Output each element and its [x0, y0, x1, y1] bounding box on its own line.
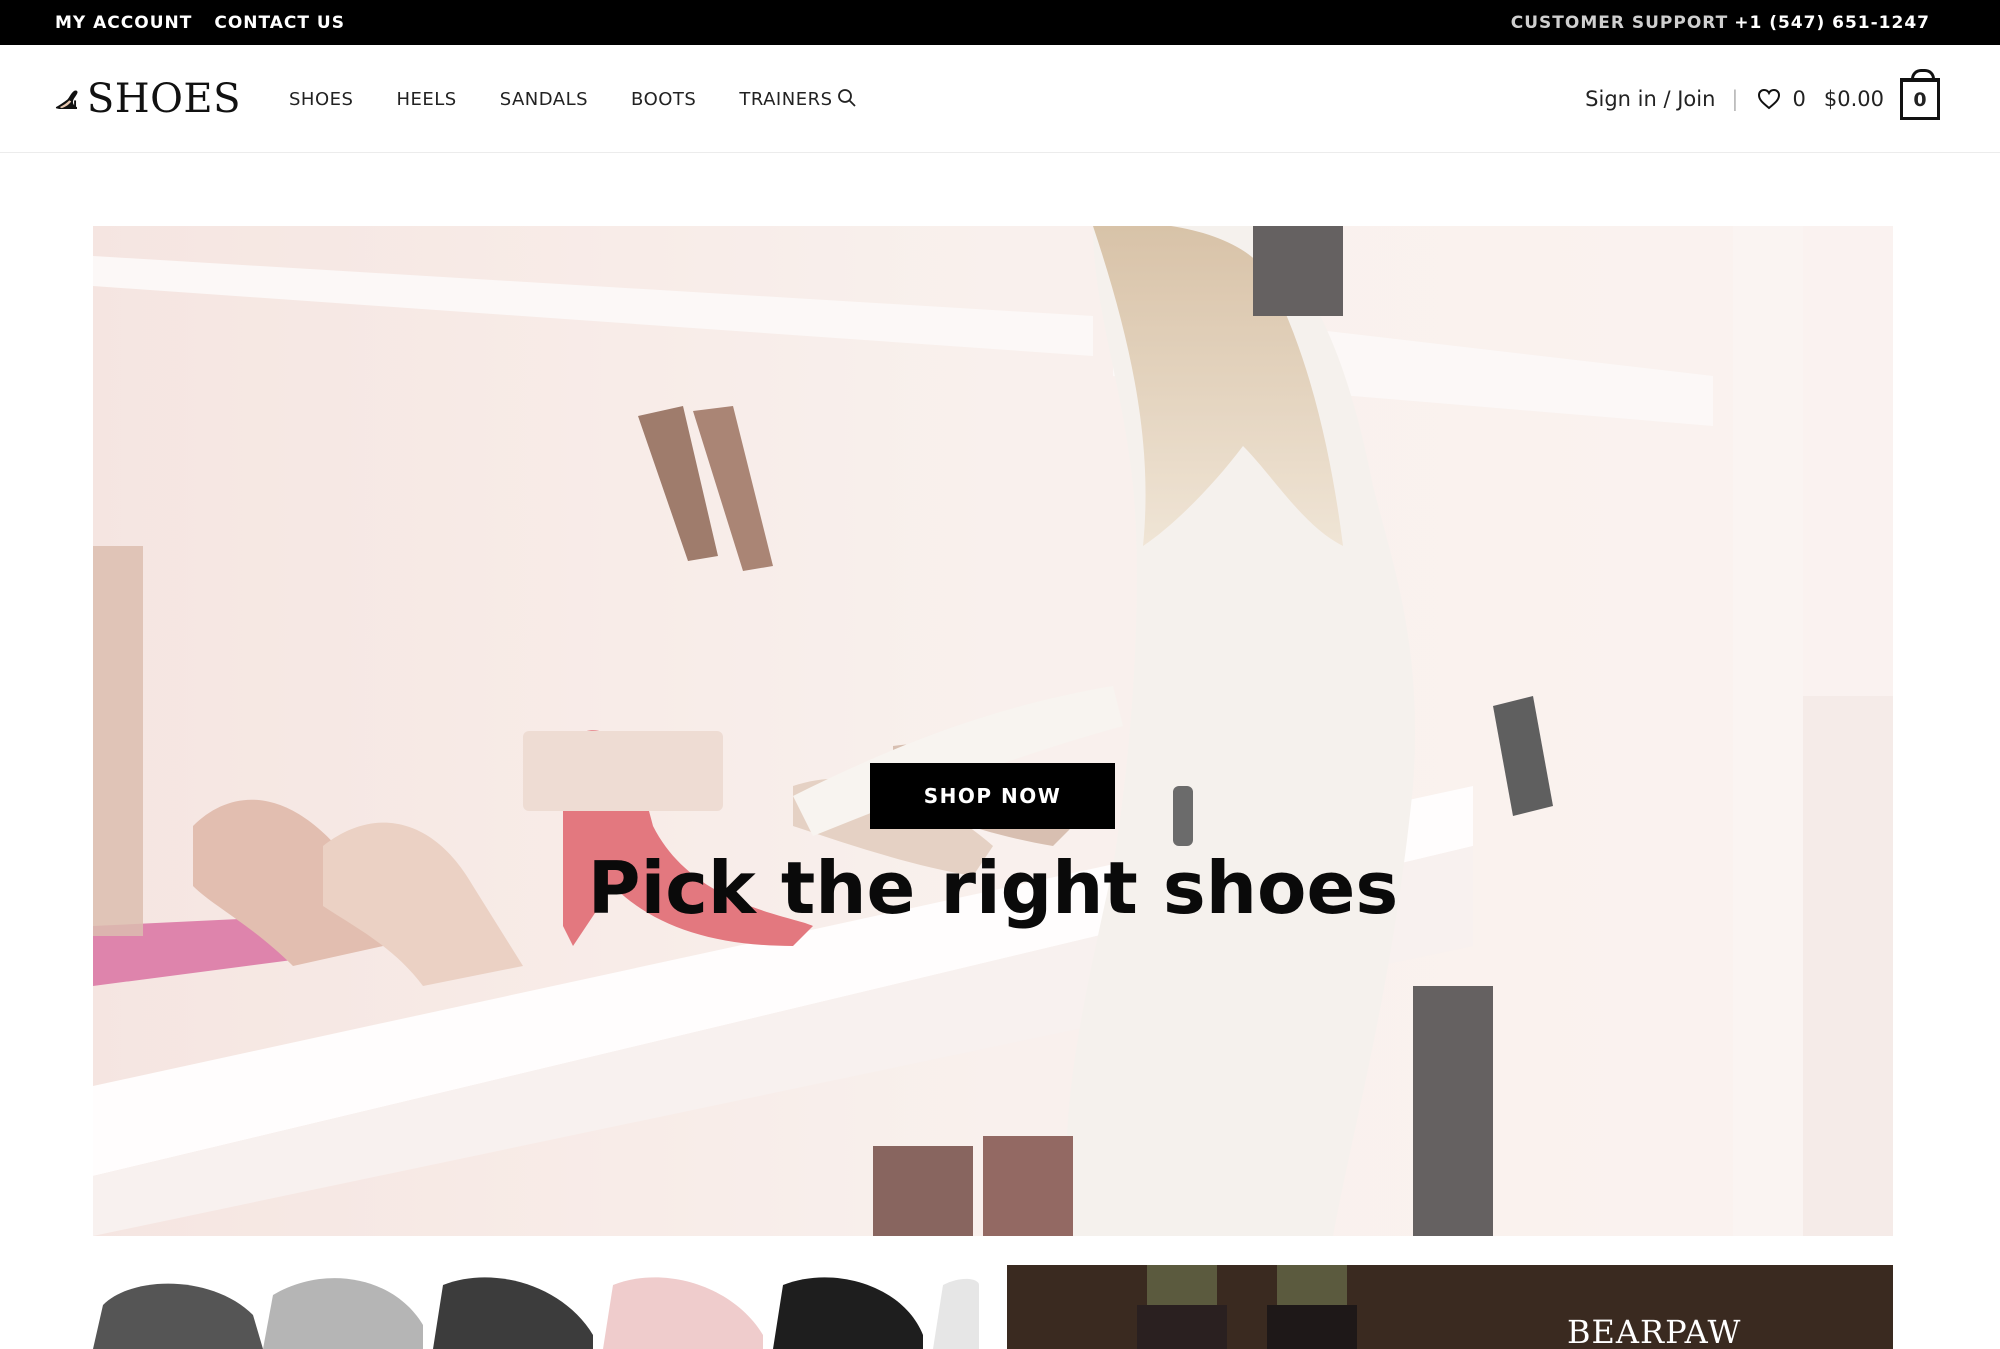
brand-logo-text: BEARPAW [1567, 1313, 1742, 1349]
hero-title: Pick the right shoes [587, 846, 1399, 930]
heart-icon[interactable] [1757, 88, 1781, 110]
main-nav: SHOES HEELS SANDALS BOOTS TRAINERS [289, 45, 876, 153]
sign-in-link[interactable]: Sign in / Join [1585, 87, 1715, 111]
nav-item-sandals[interactable]: SANDALS [500, 89, 588, 110]
search-icon [838, 89, 856, 107]
shopping-bag-icon[interactable]: 0 [1900, 69, 1940, 120]
support-label: CUSTOMER SUPPORT [1510, 12, 1729, 33]
divider: | [1731, 87, 1739, 111]
sneakers-promo[interactable] [93, 1265, 979, 1349]
sneakers-image [93, 1265, 979, 1349]
site-logo[interactable]: SHOES [55, 73, 241, 125]
logo-text: SHOES [86, 76, 241, 122]
site-header: SHOES SHOES HEELS SANDALS BOOTS TRAINERS… [0, 45, 2000, 153]
nav-item-shoes[interactable]: SHOES [289, 89, 353, 110]
cart-count: 0 [1913, 88, 1927, 111]
search-button[interactable] [836, 87, 858, 109]
high-heel-logo-icon [55, 90, 78, 110]
cart-total[interactable]: $0.00 [1824, 87, 1884, 111]
brand-image [1007, 1265, 1893, 1349]
top-bar-links: MY ACCOUNT CONTACT US [55, 0, 345, 45]
wishlist-count: 0 [1792, 87, 1806, 111]
shop-now-button[interactable]: SHOP NOW [870, 763, 1115, 829]
contact-us-link[interactable]: CONTACT US [214, 13, 345, 33]
nav-item-boots[interactable]: BOOTS [631, 89, 696, 110]
hero-image [93, 226, 1893, 1236]
account-area: Sign in / Join | 0 $0.00 0 [1585, 45, 1940, 153]
my-account-link[interactable]: MY ACCOUNT [55, 13, 192, 33]
support-phone[interactable]: +1 (547) 651-1247 [1734, 13, 1930, 33]
top-bar: MY ACCOUNT CONTACT US CUSTOMER SUPPORT +… [0, 0, 2000, 45]
nav-item-heels[interactable]: HEELS [396, 89, 456, 110]
hero-banner: Pick the right shoes SHOP NOW [93, 226, 1893, 1236]
brand-promo[interactable]: BEARPAW [1007, 1265, 1893, 1349]
customer-support: CUSTOMER SUPPORT +1 (547) 651-1247 [1511, 0, 1930, 45]
nav-item-trainers[interactable]: TRAINERS [739, 89, 832, 110]
